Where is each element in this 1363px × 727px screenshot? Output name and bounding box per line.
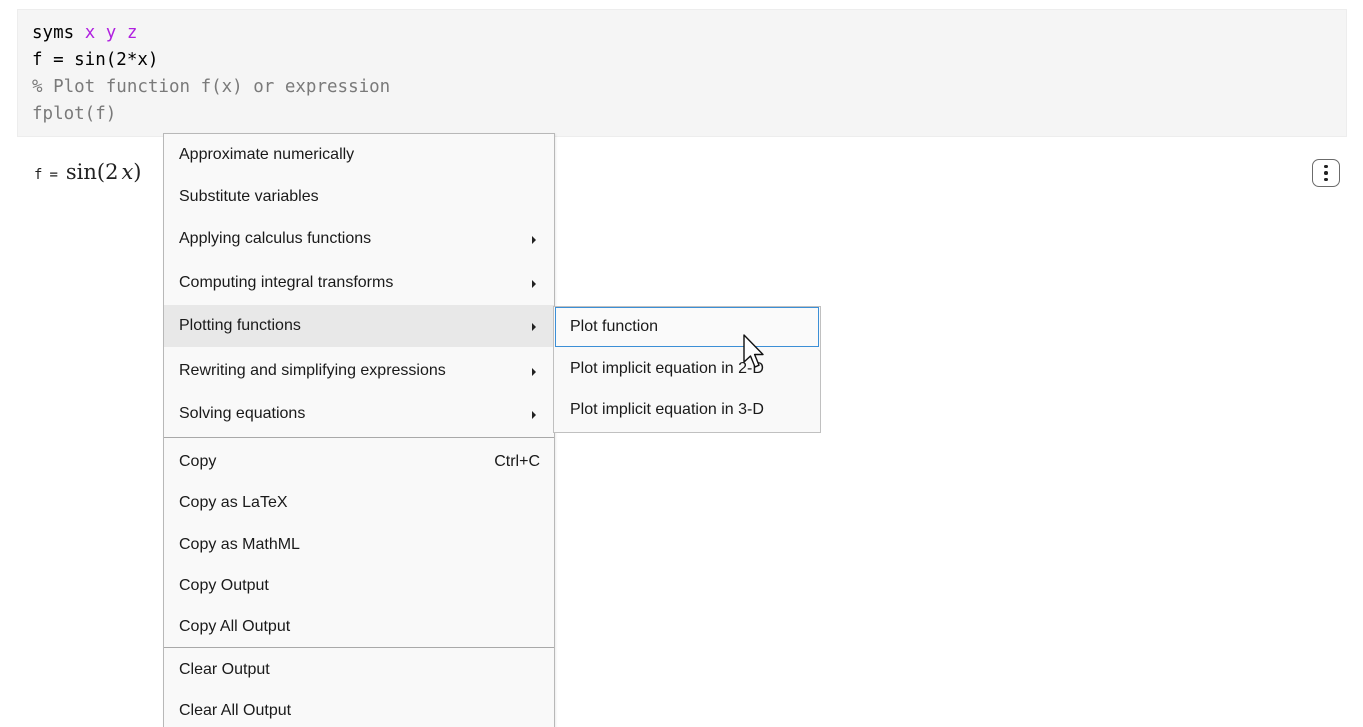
menu-item-copy-as-latex[interactable]: Copy as LaTeX bbox=[164, 482, 554, 524]
more-vertical-icon bbox=[1324, 164, 1328, 182]
menu-item-label: Computing integral transforms bbox=[179, 274, 394, 291]
submenu-item-label: Plot implicit equation in 2-D bbox=[570, 360, 764, 377]
menu-item-copy-output[interactable]: Copy Output bbox=[164, 565, 554, 607]
menu-item-clear-output[interactable]: Clear Output bbox=[164, 649, 554, 691]
submenu-arrow-icon bbox=[532, 323, 536, 331]
submenu-item-plot-function[interactable]: Plot function bbox=[555, 307, 819, 347]
menu-item-plotting-functions[interactable]: Plotting functions bbox=[164, 305, 554, 347]
menu-item-integral-transforms[interactable]: Computing integral transforms bbox=[164, 262, 554, 304]
menu-item-rewriting-simplifying[interactable]: Rewriting and simplifying expressions bbox=[164, 350, 554, 392]
menu-divider bbox=[164, 647, 554, 648]
menu-item-label: Approximate numerically bbox=[179, 146, 355, 163]
mouse-pointer-icon bbox=[743, 334, 764, 368]
code-cell[interactable]: syms x y z f = sin(2*x) % Plot function … bbox=[17, 9, 1347, 137]
menu-item-solving-equations[interactable]: Solving equations bbox=[164, 393, 554, 435]
menu-item-shortcut: Ctrl+C bbox=[494, 453, 540, 470]
menu-item-label: Solving equations bbox=[179, 405, 306, 422]
menu-item-calculus-functions[interactable]: Applying calculus functions bbox=[164, 218, 554, 260]
menu-item-copy[interactable]: Copy Ctrl+C bbox=[164, 441, 554, 483]
code-line-2[interactable]: f = sin(2*x) bbox=[32, 47, 158, 73]
menu-item-label: Copy as MathML bbox=[179, 536, 300, 553]
menu-item-label: Plotting functions bbox=[179, 317, 301, 334]
menu-item-label: Substitute variables bbox=[179, 188, 319, 205]
output-options-button[interactable] bbox=[1312, 159, 1340, 187]
output-expression: sin(2 x) bbox=[66, 160, 142, 184]
symbolic-output[interactable]: f = sin(2 x) bbox=[34, 160, 142, 190]
live-editor: syms x y z f = sin(2*x) % Plot function … bbox=[0, 0, 1363, 727]
submenu-arrow-icon bbox=[532, 236, 536, 244]
menu-item-label: Copy as LaTeX bbox=[179, 494, 288, 511]
menu-item-approximate-numerically[interactable]: Approximate numerically bbox=[164, 134, 554, 176]
context-menu: Approximate numerically Substitute varia… bbox=[163, 133, 555, 727]
output-equals: = bbox=[49, 167, 58, 183]
menu-item-label: Applying calculus functions bbox=[179, 230, 372, 247]
menu-item-label: Clear Output bbox=[179, 661, 270, 678]
code-comment[interactable]: % Plot function f(x) or expression bbox=[32, 74, 390, 100]
menu-item-clear-all-output[interactable]: Clear All Output bbox=[164, 690, 554, 727]
code-keyword: syms bbox=[32, 23, 75, 43]
submenu-item-plot-implicit-3d[interactable]: Plot implicit equation in 3-D bbox=[555, 390, 819, 430]
menu-item-label: Copy bbox=[179, 453, 217, 470]
menu-item-substitute-variables[interactable]: Substitute variables bbox=[164, 176, 554, 218]
submenu-item-label: Plot function bbox=[570, 318, 659, 335]
code-line-4[interactable]: fplot(f) bbox=[32, 101, 116, 127]
menu-item-copy-as-mathml[interactable]: Copy as MathML bbox=[164, 524, 554, 566]
submenu-arrow-icon bbox=[532, 280, 536, 288]
submenu-arrow-icon bbox=[532, 411, 536, 419]
output-variable: f bbox=[34, 167, 43, 183]
menu-item-label: Rewriting and simplifying expressions bbox=[179, 362, 446, 379]
code-line-1[interactable]: syms x y z bbox=[32, 20, 137, 46]
menu-item-label: Copy Output bbox=[179, 577, 269, 594]
menu-divider bbox=[164, 437, 554, 438]
menu-item-label: Copy All Output bbox=[179, 618, 291, 635]
code-symbolic-vars: x y z bbox=[84, 23, 138, 43]
menu-item-label: Clear All Output bbox=[179, 702, 292, 719]
output-expression-fn: sin(2 bbox=[65, 160, 119, 184]
output-expression-close: ) bbox=[133, 160, 142, 184]
submenu-arrow-icon bbox=[532, 368, 536, 376]
submenu-item-plot-implicit-2d[interactable]: Plot implicit equation in 2-D bbox=[555, 349, 819, 389]
plotting-submenu: Plot function Plot implicit equation in … bbox=[553, 306, 821, 433]
submenu-item-label: Plot implicit equation in 3-D bbox=[570, 401, 764, 418]
output-expression-var: x bbox=[121, 160, 134, 184]
menu-item-copy-all-output[interactable]: Copy All Output bbox=[164, 606, 554, 648]
